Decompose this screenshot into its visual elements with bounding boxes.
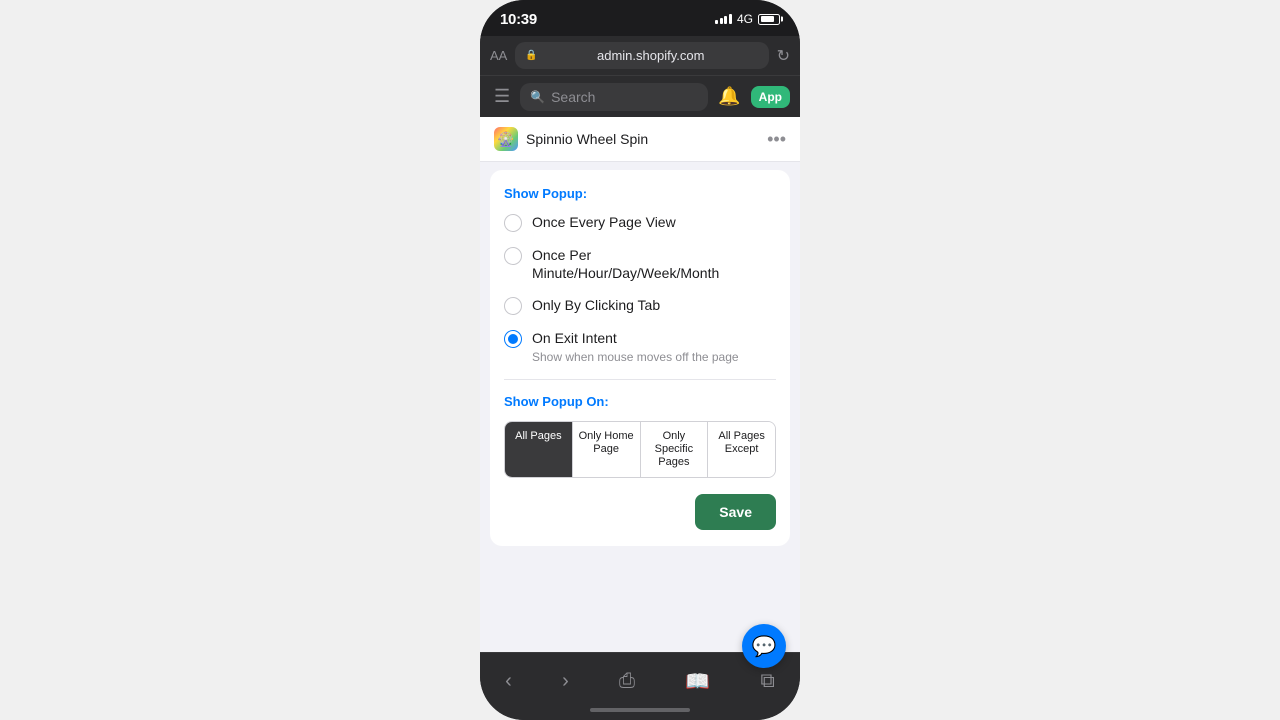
show-popup-title: Show Popup: xyxy=(504,186,776,201)
tab-home-page[interactable]: Only Home Page xyxy=(573,422,641,478)
aa-button[interactable]: AA xyxy=(490,48,507,63)
menu-icon[interactable]: ☰ xyxy=(490,82,514,111)
settings-card: Show Popup: Once Every Page View Once Pe… xyxy=(490,170,790,546)
radio-option-once-every[interactable]: Once Every Page View xyxy=(504,213,776,232)
status-bar: 10:39 4G xyxy=(480,0,800,36)
browser-chrome: AA 🔒 admin.shopify.com ↻ xyxy=(480,36,800,75)
app-name: Spinnio Wheel Spin xyxy=(526,131,648,147)
share-button[interactable]: ⎙ xyxy=(619,670,635,693)
more-options-icon[interactable]: ••• xyxy=(767,129,786,150)
radio-label-once-per: Once Per Minute/Hour/Day/Week/Month xyxy=(532,246,776,282)
section-divider xyxy=(504,379,776,380)
radio-once-every[interactable] xyxy=(504,214,522,232)
bookmarks-button[interactable]: 📖 xyxy=(685,669,710,694)
lte-label: 4G xyxy=(737,12,753,26)
notifications-icon[interactable]: 🔔 xyxy=(714,82,744,111)
home-bar xyxy=(590,708,690,712)
tabs-button[interactable]: ⧉ xyxy=(761,670,775,693)
radio-label-exit-intent: On Exit Intent xyxy=(532,329,739,347)
signal-bars-icon xyxy=(715,14,732,24)
tab-all-pages[interactable]: All Pages xyxy=(505,422,573,478)
app-header-left: 🎡 Spinnio Wheel Spin xyxy=(494,127,648,151)
radio-option-clicking-tab[interactable]: Only By Clicking Tab xyxy=(504,296,776,315)
radio-clicking-tab[interactable] xyxy=(504,297,522,315)
back-button[interactable]: ‹ xyxy=(505,670,512,693)
search-icon: 🔍 xyxy=(530,90,545,104)
status-icons: 4G xyxy=(715,12,780,26)
phone-frame: 10:39 4G AA 🔒 admin.shopify.com ↻ ☰ xyxy=(480,0,800,720)
app-badge[interactable]: App xyxy=(751,86,790,108)
battery-icon xyxy=(758,14,780,25)
radio-exit-intent[interactable] xyxy=(504,330,522,348)
show-popup-section: Show Popup: Once Every Page View Once Pe… xyxy=(504,186,776,365)
reload-button[interactable]: ↻ xyxy=(777,46,790,66)
app-logo-icon: 🎡 xyxy=(494,127,518,151)
chat-icon: 💬 xyxy=(752,634,777,659)
app-header: 🎡 Spinnio Wheel Spin ••• xyxy=(480,117,800,162)
address-bar[interactable]: 🔒 admin.shopify.com xyxy=(515,42,768,69)
save-row: Save xyxy=(504,494,776,530)
radio-inner-dot xyxy=(508,334,518,344)
show-on-section: Show Popup On: All Pages Only Home Page … xyxy=(504,394,776,479)
forward-button[interactable]: › xyxy=(562,670,569,693)
save-button[interactable]: Save xyxy=(695,494,776,530)
page-tabs: All Pages Only Home Page Only Specific P… xyxy=(504,421,776,479)
show-on-title: Show Popup On: xyxy=(504,394,776,409)
tab-all-except[interactable]: All Pages Except xyxy=(708,422,775,478)
toolbar-bar: ☰ 🔍 Search 🔔 App xyxy=(480,75,800,117)
status-time: 10:39 xyxy=(500,11,537,28)
search-placeholder: Search xyxy=(551,89,595,105)
radio-label-clicking-tab: Only By Clicking Tab xyxy=(532,296,660,314)
radio-sublabel-exit-intent: Show when mouse moves off the page xyxy=(532,350,739,366)
lock-icon: 🔒 xyxy=(525,50,537,61)
radio-option-exit-intent[interactable]: On Exit Intent Show when mouse moves off… xyxy=(504,329,776,365)
radio-once-per[interactable] xyxy=(504,247,522,265)
radio-label-once-every: Once Every Page View xyxy=(532,213,676,231)
home-indicator xyxy=(480,704,800,720)
radio-option-once-per[interactable]: Once Per Minute/Hour/Day/Week/Month xyxy=(504,246,776,282)
address-text: admin.shopify.com xyxy=(543,48,759,63)
main-content: Show Popup: Once Every Page View Once Pe… xyxy=(480,162,800,652)
search-bar[interactable]: 🔍 Search xyxy=(520,83,708,111)
chat-bubble-button[interactable]: 💬 xyxy=(742,624,786,668)
tab-specific-pages[interactable]: Only Specific Pages xyxy=(641,422,709,478)
